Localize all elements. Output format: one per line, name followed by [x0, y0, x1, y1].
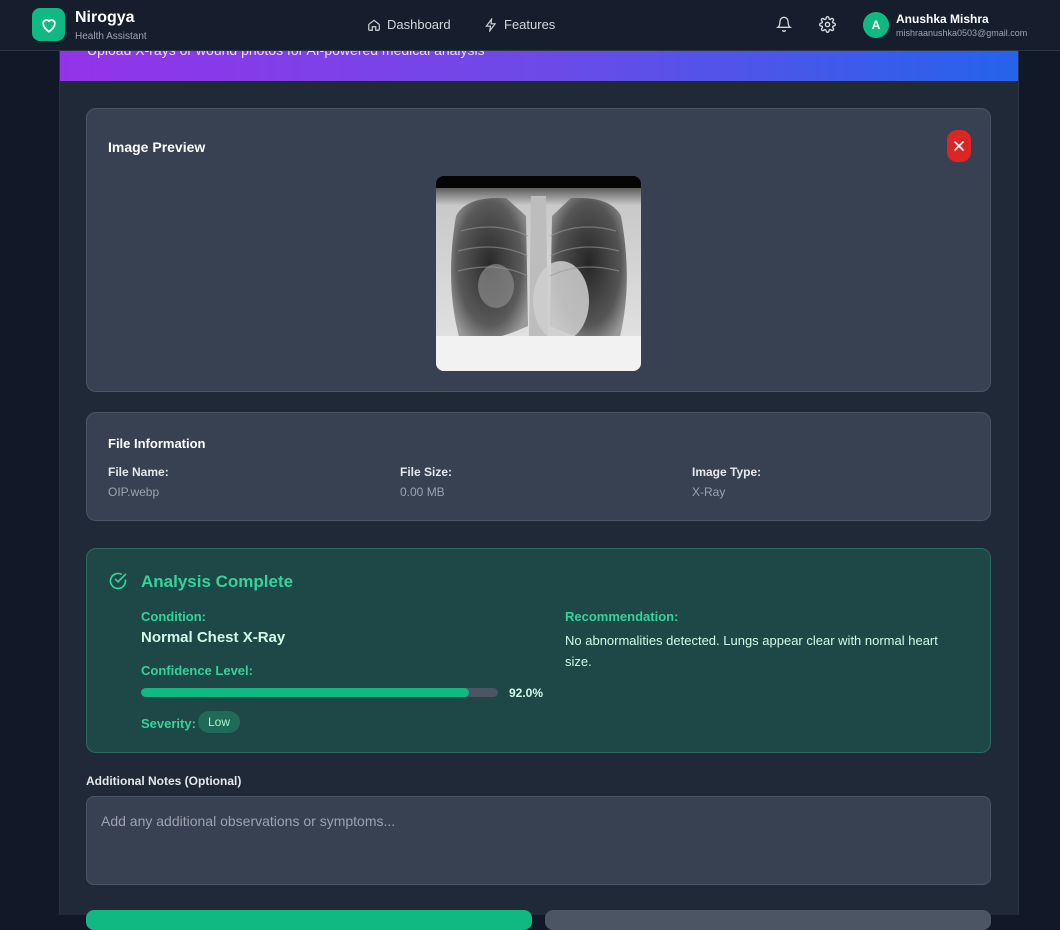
remove-image-button[interactable]: [947, 130, 971, 162]
user-email: mishraanushka0503@gmail.com: [896, 28, 1028, 38]
brand-subtitle: Health Assistant: [75, 31, 147, 42]
file-name-value: OIP.webp: [108, 485, 160, 499]
nav-link-dashboard[interactable]: Dashboard: [367, 17, 451, 32]
bell-icon[interactable]: [775, 15, 793, 33]
file-name-label: File Name:: [108, 465, 169, 479]
nav-link-label: Dashboard: [387, 17, 451, 32]
avatar[interactable]: A: [863, 12, 889, 38]
home-icon: [368, 19, 380, 31]
image-preview-title: Image Preview: [108, 139, 206, 155]
image-preview-panel: Image Preview: [86, 108, 991, 392]
brand-name[interactable]: Nirogya: [75, 9, 135, 27]
recommendation-label: Recommendation:: [565, 609, 679, 624]
nav-link-features[interactable]: Features: [484, 17, 555, 32]
file-info-title: File Information: [108, 436, 206, 451]
lightning-icon: [485, 17, 497, 32]
analysis-title: Analysis Complete: [141, 572, 294, 591]
file-size-value: 0.00 MB: [400, 485, 445, 499]
gear-icon[interactable]: [818, 15, 836, 33]
condition-value: Normal Chest X-Ray: [141, 629, 286, 646]
confidence-label: Confidence Level:: [141, 663, 253, 678]
xray-image: [436, 176, 641, 371]
nav-link-label: Features: [504, 17, 556, 32]
confidence-bar-fill: [141, 688, 470, 697]
file-size-label: File Size:: [400, 465, 453, 479]
close-icon: [954, 141, 964, 151]
notes-input[interactable]: [86, 796, 991, 885]
check-circle-icon: [109, 572, 127, 590]
top-navbar: Nirogya Health Assistant Dashboard Featu…: [0, 0, 1060, 51]
image-type-label: Image Type:: [692, 465, 762, 479]
condition-label: Condition:: [141, 609, 206, 624]
severity-label: Severity:: [141, 716, 196, 731]
confidence-bar: [141, 688, 498, 697]
user-name[interactable]: Anushka Mishra: [896, 12, 989, 26]
image-type-value: X-Ray: [692, 485, 726, 499]
new-analysis-button[interactable]: [545, 910, 991, 930]
file-info-panel: File Information File Name: OIP.webp Fil…: [86, 412, 991, 521]
save-analysis-button[interactable]: [86, 910, 532, 930]
confidence-value: 92.0%: [509, 686, 544, 700]
recommendation-text: No abnormalities detected. Lungs appear …: [565, 633, 938, 669]
notes-label: Additional Notes (Optional): [86, 774, 242, 788]
heart-logo-icon[interactable]: [32, 8, 65, 41]
severity-badge: Low: [198, 711, 241, 733]
analysis-result-panel: Analysis Complete Condition: Normal Ches…: [86, 548, 991, 753]
